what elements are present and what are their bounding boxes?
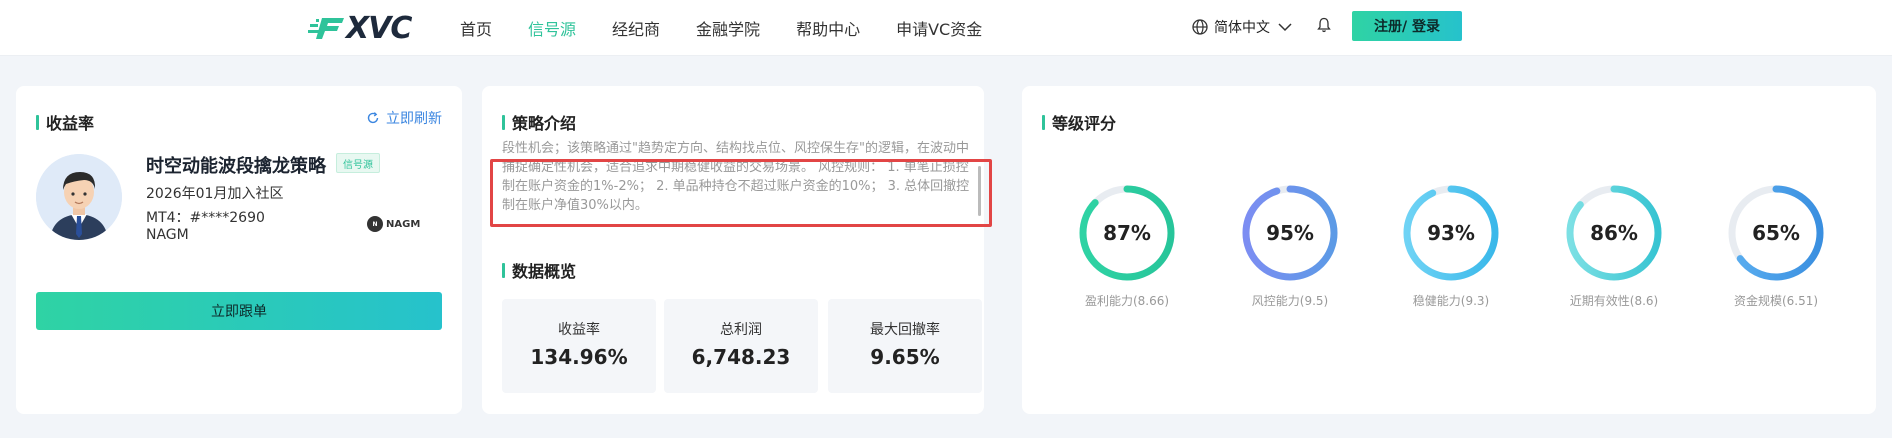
gauge-percent: 95%: [1266, 221, 1314, 245]
highlight-box: [490, 159, 992, 227]
globe-icon: [1192, 19, 1208, 35]
stat-value: 6,748.23: [691, 345, 791, 369]
gauge-percent: 93%: [1427, 221, 1475, 245]
gauge-risk-control: 95% 风控能力(9.5): [1235, 181, 1345, 308]
stat-label: 最大回撤率: [870, 322, 940, 338]
gauge-percent: 87%: [1103, 221, 1151, 245]
gauge-label: 稳健能力(9.3): [1412, 294, 1490, 308]
nav-item-home[interactable]: 首页: [460, 16, 492, 40]
stat-max-drawdown: 最大回撤率 9.65%: [828, 299, 982, 393]
refresh-button[interactable]: 立即刷新: [366, 108, 442, 128]
site-logo[interactable]: XVC: [308, 10, 426, 46]
stat-label: 总利润: [720, 322, 762, 338]
chevron-down-icon: [1278, 23, 1292, 32]
top-header: XVC 首页 信号源 经纪商 金融学院 帮助中心 申请VC资金 简体中文 注册/…: [0, 0, 1892, 56]
yield-title: 收益率: [36, 110, 94, 134]
yield-card: 收益率 立即刷新 时空动能波段擒龙策略 信号源 2026年01月加入社区 MT4…: [16, 86, 462, 414]
nav-item-help[interactable]: 帮助中心: [796, 16, 860, 40]
stat-value: 9.65%: [870, 345, 940, 369]
nav-item-signals[interactable]: 信号源: [528, 16, 576, 40]
stat-value: 134.96%: [530, 345, 628, 369]
title-accent-bar: [502, 114, 505, 130]
gauge-label: 资金规模(6.51): [1733, 294, 1819, 308]
gauge-percent: 86%: [1590, 221, 1638, 245]
refresh-label: 立即刷新: [386, 111, 442, 127]
nav-item-apply-funding[interactable]: 申请VC资金: [896, 16, 982, 40]
strategy-intro-title: 策略介绍: [502, 110, 576, 134]
gauge-percent: 65%: [1752, 221, 1800, 245]
gauge-profitability: 87% 盈利能力(8.66): [1072, 181, 1182, 308]
signal-source-badge: 信号源: [336, 153, 380, 173]
title-accent-bar: [502, 262, 505, 278]
avatar: [36, 154, 122, 240]
stat-return: 收益率 134.96%: [502, 299, 656, 393]
gauge-label: 盈利能力(8.66): [1084, 294, 1170, 308]
gauge-stability: 93% 稳健能力(9.3): [1396, 181, 1506, 308]
bell-icon[interactable]: [1317, 17, 1331, 33]
main-nav: 首页 信号源 经纪商 金融学院 帮助中心 申请VC资金: [460, 0, 1018, 56]
rating-card: 等级评分 87% 盈利能力(8.66) 95% 风控能力(9.5) 93% 稳健能力(9.…: [1022, 86, 1876, 414]
rating-title: 等级评分: [1042, 110, 1116, 134]
strategy-intro-title-text: 策略介绍: [512, 114, 577, 133]
gauge-label: 风控能力(9.5): [1251, 294, 1329, 308]
register-login-button[interactable]: 注册/ 登录: [1352, 11, 1462, 41]
broker-name: NAGM: [146, 227, 189, 243]
data-overview-title: 数据概览: [502, 258, 576, 282]
joined-date: 2026年01月加入社区: [146, 186, 284, 202]
rating-title-text: 等级评分: [1052, 114, 1117, 133]
title-accent-bar: [36, 114, 39, 130]
mt4-account: MT4：#****2690: [146, 210, 265, 226]
businessman-avatar-icon: [36, 154, 122, 240]
data-overview-title-text: 数据概览: [512, 262, 577, 281]
yield-title-text: 收益率: [46, 114, 95, 133]
refresh-icon: [367, 112, 379, 124]
stat-label: 收益率: [558, 322, 600, 338]
language-label: 简体中文: [1214, 20, 1270, 36]
gauge-label: 近期有效性(8.6): [1569, 294, 1659, 308]
logo-text: XVC: [346, 10, 412, 46]
gauge-recent-effectiveness: 86% 近期有效性(8.6): [1559, 181, 1669, 308]
nav-item-academy[interactable]: 金融学院: [696, 16, 760, 40]
nav-item-brokers[interactable]: 经纪商: [612, 16, 660, 40]
strategy-name: 时空动能波段擒龙策略: [146, 156, 326, 177]
broker-logo-text: NAGM: [386, 218, 421, 230]
title-accent-bar: [1042, 114, 1045, 130]
broker-logo-mark-icon: N: [367, 216, 383, 232]
logo-mark-icon: [308, 18, 344, 39]
stat-total-profit: 总利润 6,748.23: [664, 299, 818, 393]
gauge-capital-scale: 65% 资金规模(6.51): [1721, 181, 1831, 308]
language-selector[interactable]: 简体中文: [1192, 14, 1292, 40]
follow-trade-button[interactable]: 立即跟单: [36, 292, 442, 330]
broker-logo: N NAGM: [367, 216, 420, 232]
strategy-card: 策略介绍 段性机会；该策略通过"趋势定方向、结构找点位、风控保生存"的逻辑，在波…: [482, 86, 992, 414]
